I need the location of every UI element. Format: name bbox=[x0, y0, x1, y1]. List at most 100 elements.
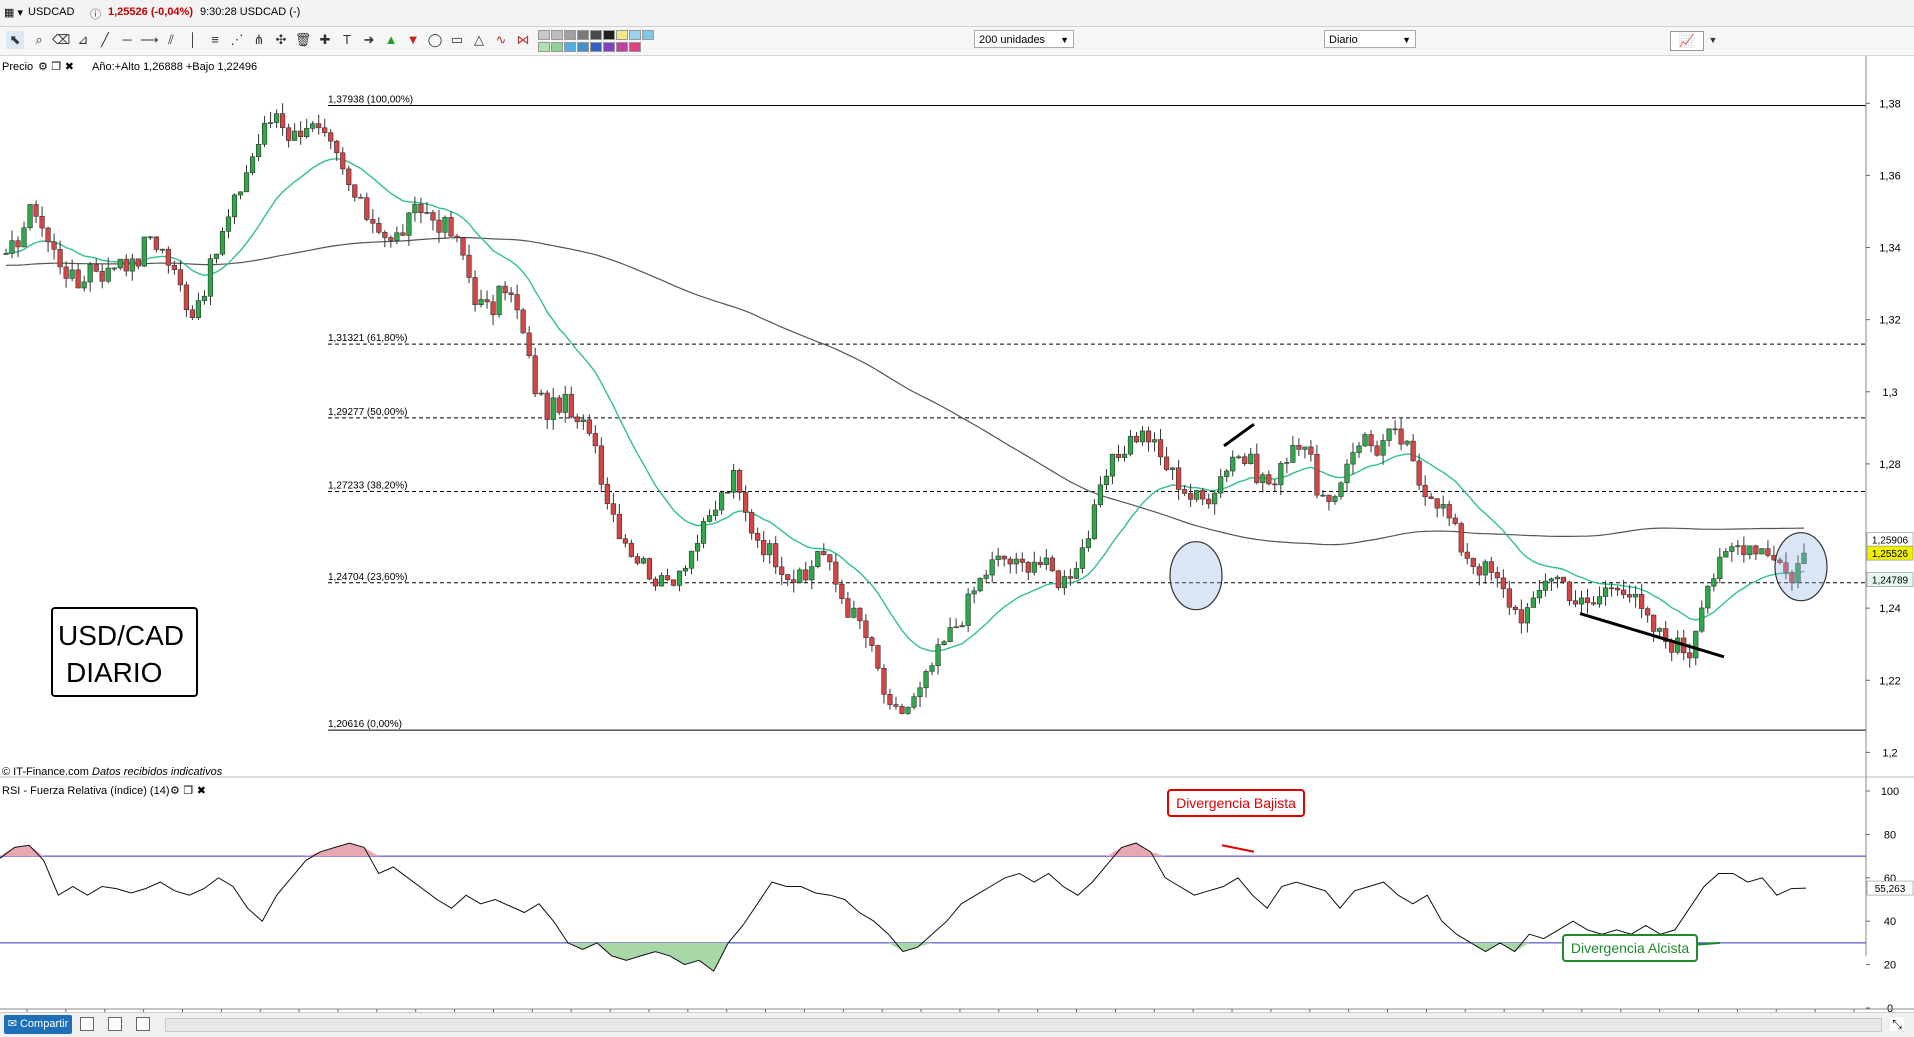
arrow-down-icon[interactable]: ▼ bbox=[404, 31, 422, 49]
horizontal-scrollbar[interactable] bbox=[165, 1018, 1882, 1032]
fibonacci-label: 1,20616 (0,00%) bbox=[328, 719, 402, 730]
wave-icon[interactable]: ∿ bbox=[492, 31, 510, 49]
candle-down bbox=[400, 232, 406, 236]
color-swatch[interactable] bbox=[603, 42, 615, 52]
gann-icon[interactable]: ✣ bbox=[272, 31, 290, 49]
color-swatch[interactable] bbox=[629, 30, 641, 40]
chart-type-icon[interactable]: 📈 bbox=[1670, 31, 1704, 51]
candle-down bbox=[286, 127, 292, 141]
expand-icon[interactable]: ⤡ bbox=[1890, 1017, 1904, 1031]
candle-down bbox=[15, 240, 21, 248]
pitchfork-icon[interactable]: ⋔ bbox=[250, 31, 268, 49]
candle-up bbox=[1482, 561, 1488, 576]
chevron-down-icon[interactable]: ▼ bbox=[1704, 31, 1722, 49]
candle-down bbox=[634, 556, 641, 564]
color-swatch[interactable] bbox=[577, 42, 589, 52]
candle-down bbox=[1651, 614, 1657, 632]
last-price: 1,25526 (-0,04%) bbox=[108, 6, 193, 18]
price-tick-label: 1,38 bbox=[1879, 98, 1900, 110]
color-swatch[interactable] bbox=[590, 42, 602, 52]
candle-up bbox=[1542, 580, 1549, 591]
eraser-icon[interactable]: ⌫ bbox=[52, 31, 70, 49]
candle-up bbox=[1699, 607, 1705, 632]
color-swatch[interactable] bbox=[538, 42, 550, 52]
candle-up bbox=[1554, 576, 1561, 580]
bottom-bar: ✉ Compartir ⤡ bbox=[0, 1012, 1914, 1037]
rectangle-icon[interactable]: ▭ bbox=[448, 31, 466, 49]
menu-icon[interactable]: ▦ ▾ bbox=[4, 6, 23, 19]
channel-icon[interactable]: ⫽ bbox=[162, 31, 180, 49]
candle-down bbox=[646, 558, 653, 580]
candle-down bbox=[1055, 570, 1061, 589]
color-swatch[interactable] bbox=[564, 42, 576, 52]
line-icon[interactable]: ╱ bbox=[96, 31, 114, 49]
candle-down bbox=[334, 140, 340, 154]
candle-up bbox=[147, 236, 153, 239]
units-select[interactable]: 200 unidades ▼ bbox=[974, 30, 1074, 48]
color-swatch[interactable] bbox=[590, 30, 602, 40]
candle-up bbox=[971, 590, 977, 595]
info-icon[interactable]: ⓘ bbox=[90, 6, 101, 22]
color-swatch[interactable] bbox=[642, 30, 654, 40]
zoom-icon[interactable]: ⌕ bbox=[30, 31, 48, 49]
cursor-icon[interactable]: ⬉ bbox=[6, 31, 24, 49]
price-panel-header: Precio bbox=[2, 61, 33, 73]
color-swatch[interactable] bbox=[629, 42, 641, 52]
candle-down bbox=[1627, 594, 1633, 598]
fibonacci-label: 1,29277 (50,00%) bbox=[328, 407, 408, 418]
text-icon[interactable]: T bbox=[338, 31, 356, 49]
rsi-tick-label: 0 bbox=[1887, 1003, 1893, 1012]
arrow-up-icon[interactable]: ▲ bbox=[382, 31, 400, 49]
chart-area[interactable]: 1,37938 (100,00%) 1,31321 (61,80%) 1,29277… bbox=[0, 56, 1914, 1012]
share-button[interactable]: ✉ Compartir bbox=[4, 1015, 72, 1034]
title-box-line2: DIARIO bbox=[66, 657, 162, 688]
vline-icon[interactable]: │ bbox=[184, 31, 202, 49]
ellipse-icon[interactable]: ◯ bbox=[426, 31, 444, 49]
candle-up bbox=[929, 665, 935, 672]
candle-down bbox=[1188, 493, 1194, 500]
candle-down bbox=[1428, 496, 1434, 500]
fan-icon[interactable]: ⋰ bbox=[228, 31, 246, 49]
color-swatch[interactable] bbox=[616, 30, 628, 40]
candle-down bbox=[1326, 494, 1332, 502]
fibonacci-icon[interactable]: ≡ bbox=[206, 31, 224, 49]
candle-down bbox=[574, 416, 580, 422]
table-icon[interactable] bbox=[108, 1017, 122, 1031]
candle-up bbox=[1278, 463, 1284, 486]
print-icon[interactable] bbox=[80, 1017, 94, 1031]
candle-down bbox=[1620, 589, 1627, 595]
color-swatch[interactable] bbox=[564, 30, 576, 40]
candle-down bbox=[298, 130, 304, 137]
candle-up bbox=[141, 236, 147, 267]
candle-up bbox=[406, 212, 412, 236]
candle-down bbox=[51, 241, 57, 250]
candle-up bbox=[1230, 456, 1236, 472]
color-swatch[interactable] bbox=[551, 42, 563, 52]
color-swatch[interactable] bbox=[538, 30, 550, 40]
candle-up bbox=[81, 281, 87, 289]
symbol-label[interactable]: USDCAD bbox=[28, 6, 74, 18]
color-swatch[interactable] bbox=[551, 30, 563, 40]
candle-down bbox=[622, 538, 628, 544]
candle-down bbox=[1007, 558, 1013, 565]
ruler-icon[interactable]: ⊿ bbox=[74, 31, 92, 49]
ray-icon[interactable]: ⟶ bbox=[140, 31, 159, 49]
color-swatch[interactable] bbox=[603, 30, 615, 40]
candle-up bbox=[1236, 456, 1242, 459]
chart-icon[interactable] bbox=[136, 1017, 150, 1031]
candle-up bbox=[394, 232, 400, 241]
crosshair-icon[interactable]: ✚ bbox=[316, 31, 334, 49]
candle-down bbox=[1446, 504, 1452, 519]
triangle-icon[interactable]: △ bbox=[470, 31, 488, 49]
candle-down bbox=[1741, 545, 1747, 556]
settings-icon[interactable]: ⚙ ❐ ✖ bbox=[38, 60, 74, 73]
rsi-settings-icon[interactable]: ⚙ ❐ ✖ bbox=[170, 784, 206, 797]
candle-down bbox=[171, 264, 177, 270]
color-swatch[interactable] bbox=[577, 30, 589, 40]
color-swatch[interactable] bbox=[616, 42, 628, 52]
pattern-icon[interactable]: ⋈ bbox=[514, 31, 532, 49]
arrow-right-icon[interactable]: ➜ bbox=[360, 31, 378, 49]
hline-icon[interactable]: ─ bbox=[118, 31, 136, 49]
period-select[interactable]: Diario ▼ bbox=[1324, 30, 1416, 48]
trash-icon[interactable]: 🗑 bbox=[294, 31, 312, 49]
